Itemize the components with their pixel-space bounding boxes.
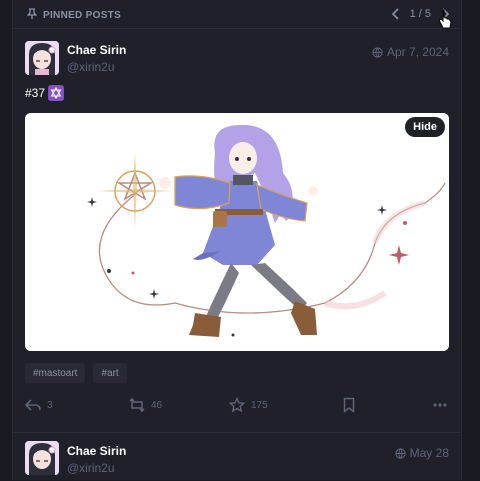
bookmark-icon	[343, 397, 355, 413]
status-action-bar: 3 46 175	[25, 393, 449, 417]
pinned-posts-header: Pinned posts 1 / 5	[13, 0, 461, 28]
more-options-button[interactable]	[433, 393, 447, 417]
display-name[interactable]: Chae Sirin	[67, 444, 126, 458]
globe-icon	[395, 447, 406, 459]
hashtag-link[interactable]: #art	[93, 363, 127, 383]
post-timestamp[interactable]: Apr 7, 2024	[372, 45, 449, 59]
status-content: #37	[25, 85, 65, 101]
chevron-left-icon	[391, 8, 399, 20]
post-date-text: May 28	[409, 446, 449, 460]
more-icon	[433, 403, 447, 407]
status-post[interactable]: Chae Sirin @xirin2u Apr 7, 2024 #37 Hide…	[13, 28, 461, 433]
hashtag-link[interactable]: #mastoart	[25, 363, 86, 383]
timeline-column: Pinned posts 1 / 5 Chae Sirin	[12, 0, 462, 480]
hide-media-button[interactable]: Hide	[405, 117, 445, 137]
display-name[interactable]: Chae Sirin	[67, 43, 126, 57]
globe-icon	[372, 46, 383, 58]
previous-pinned-button[interactable]	[388, 6, 404, 22]
star-icon	[229, 397, 245, 413]
account-handle[interactable]: @xirin2u	[67, 60, 115, 74]
avatar[interactable]	[25, 41, 59, 75]
artwork-illustration	[25, 113, 449, 351]
pinned-posts-title: Pinned posts	[43, 10, 122, 21]
hashtag-bar: #mastoart #art	[25, 363, 127, 383]
media-attachment[interactable]: Hide	[25, 113, 449, 351]
reply-count: 3	[47, 399, 53, 411]
favourite-count: 175	[251, 399, 268, 411]
boost-icon	[129, 398, 145, 412]
favourite-button[interactable]: 175	[229, 393, 268, 417]
reply-icon	[25, 399, 41, 411]
status-post[interactable]: Chae Sirin @xirin2u May 28	[13, 432, 461, 481]
pager-counter: 1 / 5	[409, 8, 431, 20]
account-handle[interactable]: @xirin2u	[67, 461, 115, 475]
reply-button[interactable]: 3	[25, 393, 53, 417]
bookmark-button[interactable]	[343, 393, 355, 417]
post-timestamp[interactable]: May 28	[395, 446, 449, 460]
star-of-david-emoji-icon	[48, 85, 65, 101]
post-date-text: Apr 7, 2024	[386, 45, 449, 59]
avatar[interactable]	[25, 441, 59, 475]
boost-count: 46	[151, 399, 163, 411]
status-text: #37	[25, 86, 46, 100]
mouse-pointer-icon	[438, 9, 452, 34]
boost-button[interactable]: 46	[129, 393, 162, 417]
pinned-posts-label-group: Pinned posts	[26, 8, 122, 23]
pin-icon	[26, 8, 38, 23]
